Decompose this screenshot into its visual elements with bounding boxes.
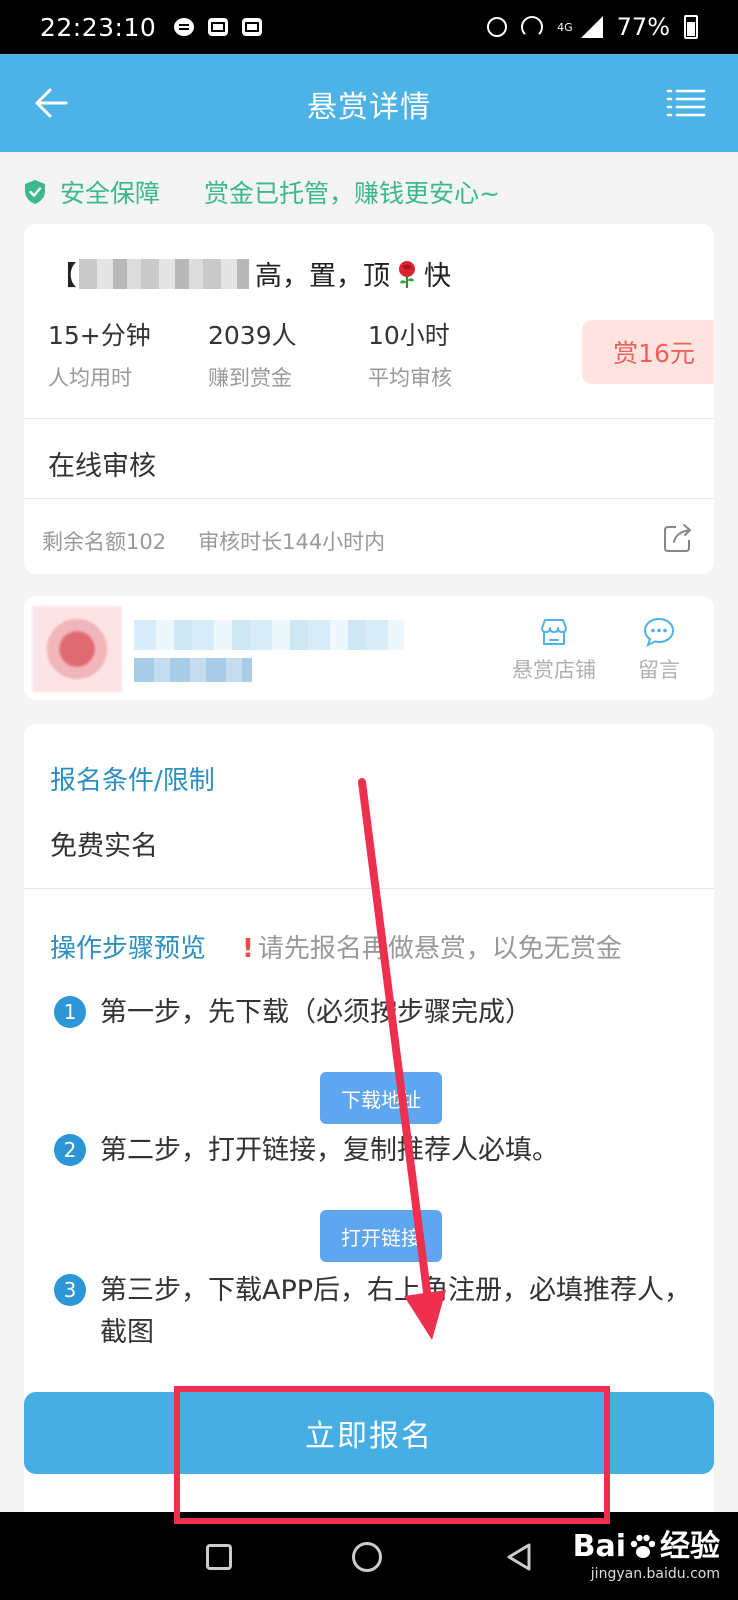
annotation-highlight-box (174, 1386, 610, 1524)
paw-icon (630, 1534, 656, 1558)
store-message-button[interactable]: 留言 (638, 616, 680, 684)
stat-label: 赚到赏金 (208, 366, 292, 390)
step-3: 3 第三步，下载APP后，右上角注册，必填推荐人，截图 (54, 1270, 710, 1354)
app-header: 悬赏详情 (0, 54, 738, 152)
task-title-prefix: 【 (50, 261, 77, 292)
step-number: 2 (54, 1134, 86, 1166)
recents-icon[interactable] (206, 1544, 232, 1570)
watermark-url: jingyan.baidu.com (590, 1566, 720, 1582)
page-title: 悬赏详情 (307, 90, 431, 125)
divider (24, 498, 714, 499)
store-shop-button[interactable]: 悬赏店铺 (512, 616, 596, 684)
remaining-quota: 剩余名额102 (42, 530, 167, 554)
watermark-logo: Bai 经验 (573, 1530, 720, 1564)
list-menu-icon[interactable] (666, 88, 706, 118)
warning-mark: ! (242, 934, 254, 964)
safety-banner: 安全保障 赏金已托管，赚钱更安心~ (24, 172, 500, 212)
battery-percent: 77% (616, 13, 670, 41)
task-stats: 15+分钟 人均用时 2039人 赚到赏金 10小时 平均审核 (48, 316, 528, 392)
stat-earned-count: 2039人 赚到赏金 (208, 316, 368, 392)
steps-title: 操作步骤预览 (50, 934, 207, 964)
safety-label: 安全保障 (60, 179, 161, 208)
safety-message: 赏金已托管，赚钱更安心~ (204, 179, 500, 208)
system-icons: 4G 77% (487, 13, 698, 41)
stat-value: 10小时 (368, 321, 450, 350)
mail-notification-icon (208, 18, 229, 36)
mail-notification-icon-2 (242, 18, 263, 36)
store-shop-label: 悬赏店铺 (512, 658, 596, 682)
step-text: 第一步，先下载（必须按步骤完成） (100, 997, 532, 1028)
divider (24, 888, 714, 889)
stat-value: 2039人 (208, 321, 297, 350)
warning-text: 请先报名再做悬赏，以免无赏金 (257, 934, 622, 964)
reward-badge: 赏16元 (582, 320, 714, 384)
open-link-button[interactable]: 打开链接 (320, 1210, 442, 1262)
alarm-icon (487, 17, 508, 37)
hotspot-icon (521, 16, 544, 38)
review-window: 审核时长144小时内 (198, 530, 386, 554)
chat-notification-icon (174, 18, 195, 36)
home-icon[interactable] (352, 1542, 382, 1572)
task-title-end: 快 (424, 261, 451, 292)
network-type: 4G (557, 20, 573, 34)
chat-bubble-icon (643, 617, 675, 647)
task-title: 【 高，置，顶 快 (50, 254, 451, 293)
store-icon (541, 619, 567, 645)
store-message-label: 留言 (638, 658, 680, 682)
baidu-watermark: Bai 经验 jingyan.baidu.com (573, 1530, 720, 1583)
conditions-value: 免费实名 (50, 831, 158, 862)
signal-icon (580, 16, 603, 38)
conditions-title: 报名条件/限制 (50, 766, 215, 796)
content-area: 安全保障 赏金已托管，赚钱更安心~ 【 高，置，顶 快 15+分钟 人均用时 2… (0, 152, 738, 1512)
notification-icons (174, 18, 263, 36)
status-bar: 22:23:10 4G 77% (0, 0, 738, 54)
store-card[interactable]: 悬赏店铺 留言 (24, 596, 714, 700)
store-name-blurred (134, 620, 404, 650)
step-number: 3 (54, 1274, 86, 1306)
store-avatar-blurred (32, 606, 122, 692)
nav-back-icon[interactable] (506, 1542, 532, 1572)
status-time: 22:23:10 (40, 12, 157, 42)
task-summary-card: 【 高，置，顶 快 15+分钟 人均用时 2039人 赚到赏金 10小时 平均审… (24, 224, 714, 574)
step-text: 第三步，下载APP后，右上角注册，必填推荐人，截图 (100, 1275, 692, 1348)
stat-label: 人均用时 (48, 366, 132, 390)
divider (24, 418, 714, 419)
shield-check-icon (25, 180, 45, 204)
stat-avg-time: 15+分钟 人均用时 (48, 316, 208, 392)
share-icon[interactable] (662, 522, 694, 554)
review-mode: 在线审核 (48, 451, 156, 482)
rose-icon (399, 260, 415, 288)
watermark-brand-left: Bai (572, 1529, 626, 1564)
steps-warning: ! 请先报名再做悬赏，以免无赏金 (242, 928, 622, 965)
stat-avg-review: 10小时 平均审核 (368, 316, 528, 392)
blurred-text (79, 258, 249, 289)
step-text: 第二步，打开链接，复制推荐人必填。 (100, 1135, 559, 1166)
step-2: 2 第二步，打开链接，复制推荐人必填。 (54, 1130, 710, 1172)
step-1: 1 第一步，先下载（必须按步骤完成） (54, 992, 710, 1034)
store-subtitle-blurred (134, 658, 252, 682)
stat-label: 平均审核 (368, 366, 452, 390)
stat-value: 15+分钟 (48, 321, 151, 350)
step-number: 1 (54, 996, 86, 1028)
battery-icon (684, 15, 698, 39)
quota-info: 剩余名额102 审核时长144小时内 (42, 526, 385, 556)
watermark-brand-right: 经验 (660, 1529, 720, 1564)
download-link-button[interactable]: 下载地址 (320, 1072, 442, 1124)
task-title-suffix: 高，置，顶 (255, 261, 390, 292)
